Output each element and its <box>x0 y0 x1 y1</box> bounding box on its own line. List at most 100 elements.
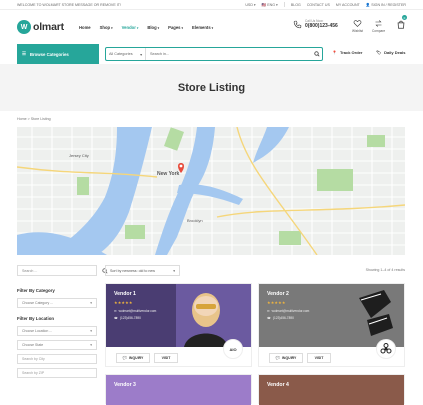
top-link-signin[interactable]: 👤 SIGN IN / REGISTER <box>366 3 406 7</box>
chevron-down-icon: ▾ <box>140 52 142 57</box>
logo[interactable]: W olmart <box>17 20 77 34</box>
filter-category-heading: Filter By Category <box>17 288 55 293</box>
filter-sidebar: Filter By Category Choose Category ... ▾ … <box>17 288 97 382</box>
inquiry-button[interactable]: 💬 INQUIRY <box>269 353 303 363</box>
chat-icon: 💬 <box>122 356 127 360</box>
category-bar: ☰ Browse Categories All Categories ▾ Sea… <box>0 44 423 64</box>
header-icons: Wishlist Compare <box>352 19 385 33</box>
svg-text:New York: New York <box>157 171 180 177</box>
top-link-contact[interactable]: CONTACT US <box>307 3 330 7</box>
inquiry-button[interactable]: 💬 INQUIRY <box>116 353 150 363</box>
map-pin-icon: 📍 <box>332 50 337 55</box>
chevron-down-icon: ▾ <box>173 268 175 273</box>
nav-pages[interactable]: Pages▾ <box>168 25 183 30</box>
vendor-actions: 💬 INQUIRY VISIT <box>269 353 331 363</box>
cart-count-badge: 0 <box>402 15 407 20</box>
breadcrumb: Home > Store Listing <box>17 117 51 121</box>
nav-elements[interactable]: Elements▾ <box>192 25 213 30</box>
track-order-label: Track Order <box>339 50 363 55</box>
vendor-name[interactable]: Vendor 1 <box>114 291 136 297</box>
state-filter-select[interactable]: Choose State ▾ <box>17 340 97 350</box>
search-icon[interactable] <box>312 51 322 57</box>
call-us[interactable]: Call Us Now: 0(800)123-456 <box>293 19 338 29</box>
breadcrumb-home[interactable]: Home <box>17 117 27 121</box>
vendor-card[interactable]: Vendor 1 ★★★★★ ✉ wolmart@multivendor.com … <box>105 283 252 367</box>
currency-select[interactable]: USD ▾ <box>245 3 255 7</box>
store-search-placeholder: Search ... <box>22 268 38 273</box>
store-map[interactable]: Jersey City New York Brooklyn <box>17 127 405 255</box>
wishlist-button[interactable]: Wishlist <box>352 19 363 33</box>
vendor-email: ✉ wolmart@multivendor.com <box>114 309 157 313</box>
vendor-actions: 💬 INQUIRY VISIT <box>116 353 178 363</box>
vendor-phone: ☎ (123)456-7890 <box>267 316 294 320</box>
visit-button[interactable]: VISIT <box>154 353 178 363</box>
location-filter-select[interactable]: Choose Location ... ▾ <box>17 326 97 336</box>
vendor-banner-image <box>259 375 404 405</box>
top-link-blog[interactable]: BLOG <box>291 3 301 7</box>
phone-number: 0(800)123-456 <box>305 23 338 29</box>
deals-icon: 🏷 <box>376 50 382 55</box>
breadcrumb-current: Store Listing <box>30 117 51 121</box>
phone-icon: ☎ <box>114 316 118 320</box>
track-order-link[interactable]: 📍 Track Order <box>332 50 362 55</box>
phone-icon: ☎ <box>267 316 271 320</box>
welcome-message: WELCOME TO WOLMART STORE MESSAGE OR REMO… <box>17 2 121 7</box>
svg-text:Jersey City: Jersey City <box>69 153 89 158</box>
location-filter-value: Choose Location ... <box>22 329 53 333</box>
language-select[interactable]: 🇺🇸 ENG ▾ <box>262 3 278 7</box>
heart-icon <box>353 20 362 27</box>
results-count: Showing 1–4 of 4 results <box>365 268 405 272</box>
biohazard-icon <box>380 343 392 354</box>
vendor-name[interactable]: Vendor 3 <box>114 382 136 388</box>
nav-vendor[interactable]: Vendor▾ <box>122 25 139 30</box>
nav-blog[interactable]: Blog▾ <box>147 25 159 30</box>
vendor-logo-text: AIO <box>229 346 237 352</box>
chevron-down-icon: ▾ <box>90 343 92 347</box>
chevron-down-icon: ▾ <box>181 25 184 30</box>
city-search-input[interactable]: Search by City <box>17 354 97 364</box>
daily-deals-link[interactable]: 🏷 Daily Deals <box>376 50 405 55</box>
svg-text:Brooklyn: Brooklyn <box>187 218 203 223</box>
wishlist-label: Wishlist <box>352 29 363 33</box>
mail-icon: ✉ <box>267 309 270 313</box>
chat-icon: 💬 <box>275 356 280 360</box>
rating-stars: ★★★★★ <box>114 301 133 305</box>
search-input[interactable]: Search in... <box>146 52 312 56</box>
top-link-account[interactable]: MY ACCOUNT <box>336 3 360 7</box>
nav-home[interactable]: Home <box>79 25 91 30</box>
visit-button[interactable]: VISIT <box>307 353 331 363</box>
vendor-card[interactable]: Vendor 2 ★★★★★ ✉ wolmart@multivendor.com … <box>258 283 405 367</box>
browse-categories-button[interactable]: ☰ Browse Categories <box>17 44 99 64</box>
logo-mark: W <box>17 20 31 34</box>
menu-icon: ☰ <box>22 51 26 56</box>
chevron-down-icon: ▾ <box>90 329 92 333</box>
nav-shop[interactable]: Shop▾ <box>100 25 113 30</box>
rating-stars: ★★★★★ <box>267 301 286 305</box>
vendor-logo[interactable]: AIO <box>223 339 243 359</box>
category-select-value: All Categories <box>109 52 133 56</box>
vendor-name[interactable]: Vendor 4 <box>267 382 289 388</box>
category-select[interactable]: All Categories ▾ <box>106 48 146 60</box>
main-header: W olmart Home Shop▾ Vendor▾ Blog▾ Pages▾… <box>0 10 423 44</box>
category-filter-value: Choose Category ... <box>22 301 54 305</box>
page-banner: Store Listing <box>0 64 423 111</box>
category-filter-select[interactable]: Choose Category ... ▾ <box>17 298 97 308</box>
compare-button[interactable]: Compare <box>372 19 385 33</box>
vendor-name[interactable]: Vendor 2 <box>267 291 289 297</box>
top-bar: WELCOME TO WOLMART STORE MESSAGE OR REMO… <box>0 0 423 10</box>
chevron-down-icon: ▾ <box>111 25 113 30</box>
browse-label: Browse Categories <box>29 51 69 57</box>
chevron-down-icon: ▾ <box>90 301 92 305</box>
zip-search-input[interactable]: Search by ZIP <box>17 368 97 378</box>
divider <box>283 2 285 7</box>
cart-button[interactable]: 0 <box>396 15 407 35</box>
listing-toolbar: Search ... Sort by newness: old to new ▾… <box>17 265 405 276</box>
cart-icon <box>397 20 405 29</box>
vendor-logo[interactable] <box>376 339 396 359</box>
top-bar-links: USD ▾ 🇺🇸 ENG ▾ BLOG CONTACT US MY ACCOUN… <box>245 2 406 7</box>
store-search-input[interactable]: Search ... <box>17 265 108 276</box>
mail-icon: ✉ <box>114 309 117 313</box>
sort-select[interactable]: Sort by newness: old to new ▾ <box>105 265 180 276</box>
vendor-banner-image <box>106 375 251 405</box>
vendor-email: ✉ wolmart@multivendor.com <box>267 309 310 313</box>
